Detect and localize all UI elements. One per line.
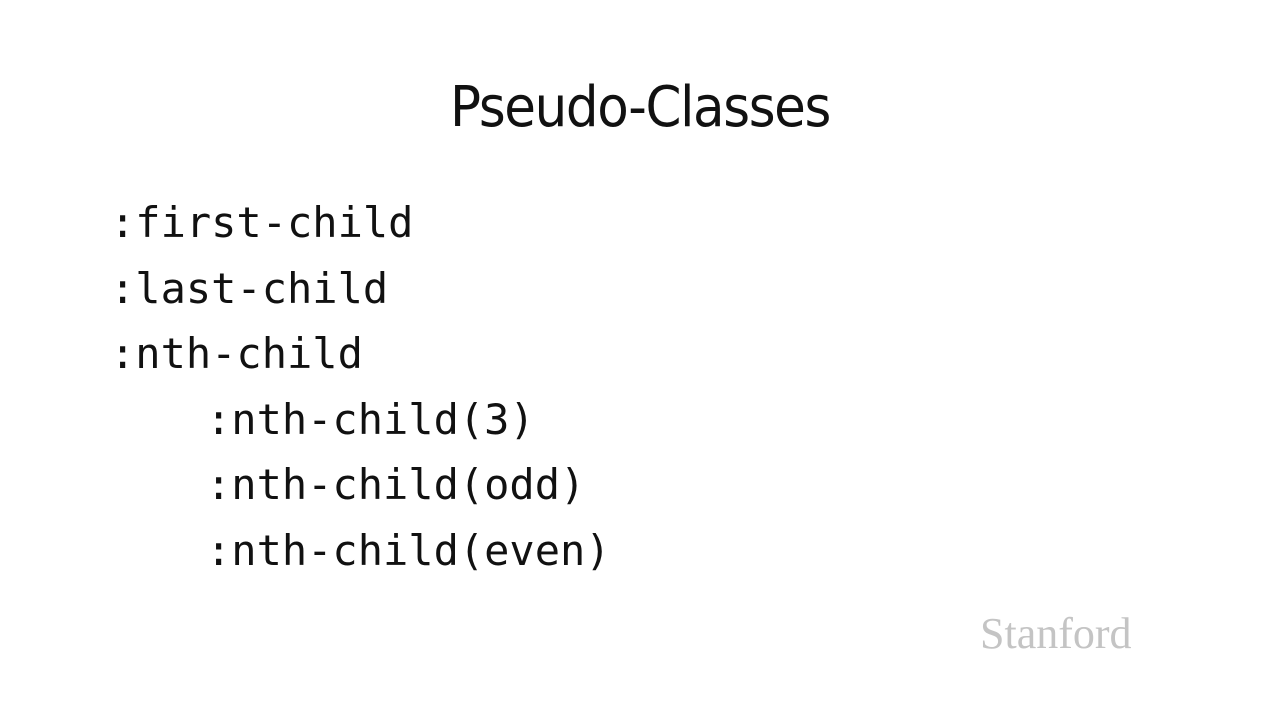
pseudo-class-list: :first-child :last-child :nth-child :nth… [110,190,611,583]
list-item: :first-child [110,198,414,247]
slide-title: Pseudo-Classes [450,75,831,140]
list-item: :nth-child [110,329,363,378]
list-item-indented: :nth-child(odd) [206,460,586,509]
stanford-logo: Stanford [980,609,1132,658]
list-item-indented: :nth-child(even) [206,525,611,575]
list-item: :last-child [110,263,389,313]
list-item-indented: :nth-child(3) [206,394,535,444]
slide: Pseudo-Classes :first-child :last-child … [0,0,1280,720]
